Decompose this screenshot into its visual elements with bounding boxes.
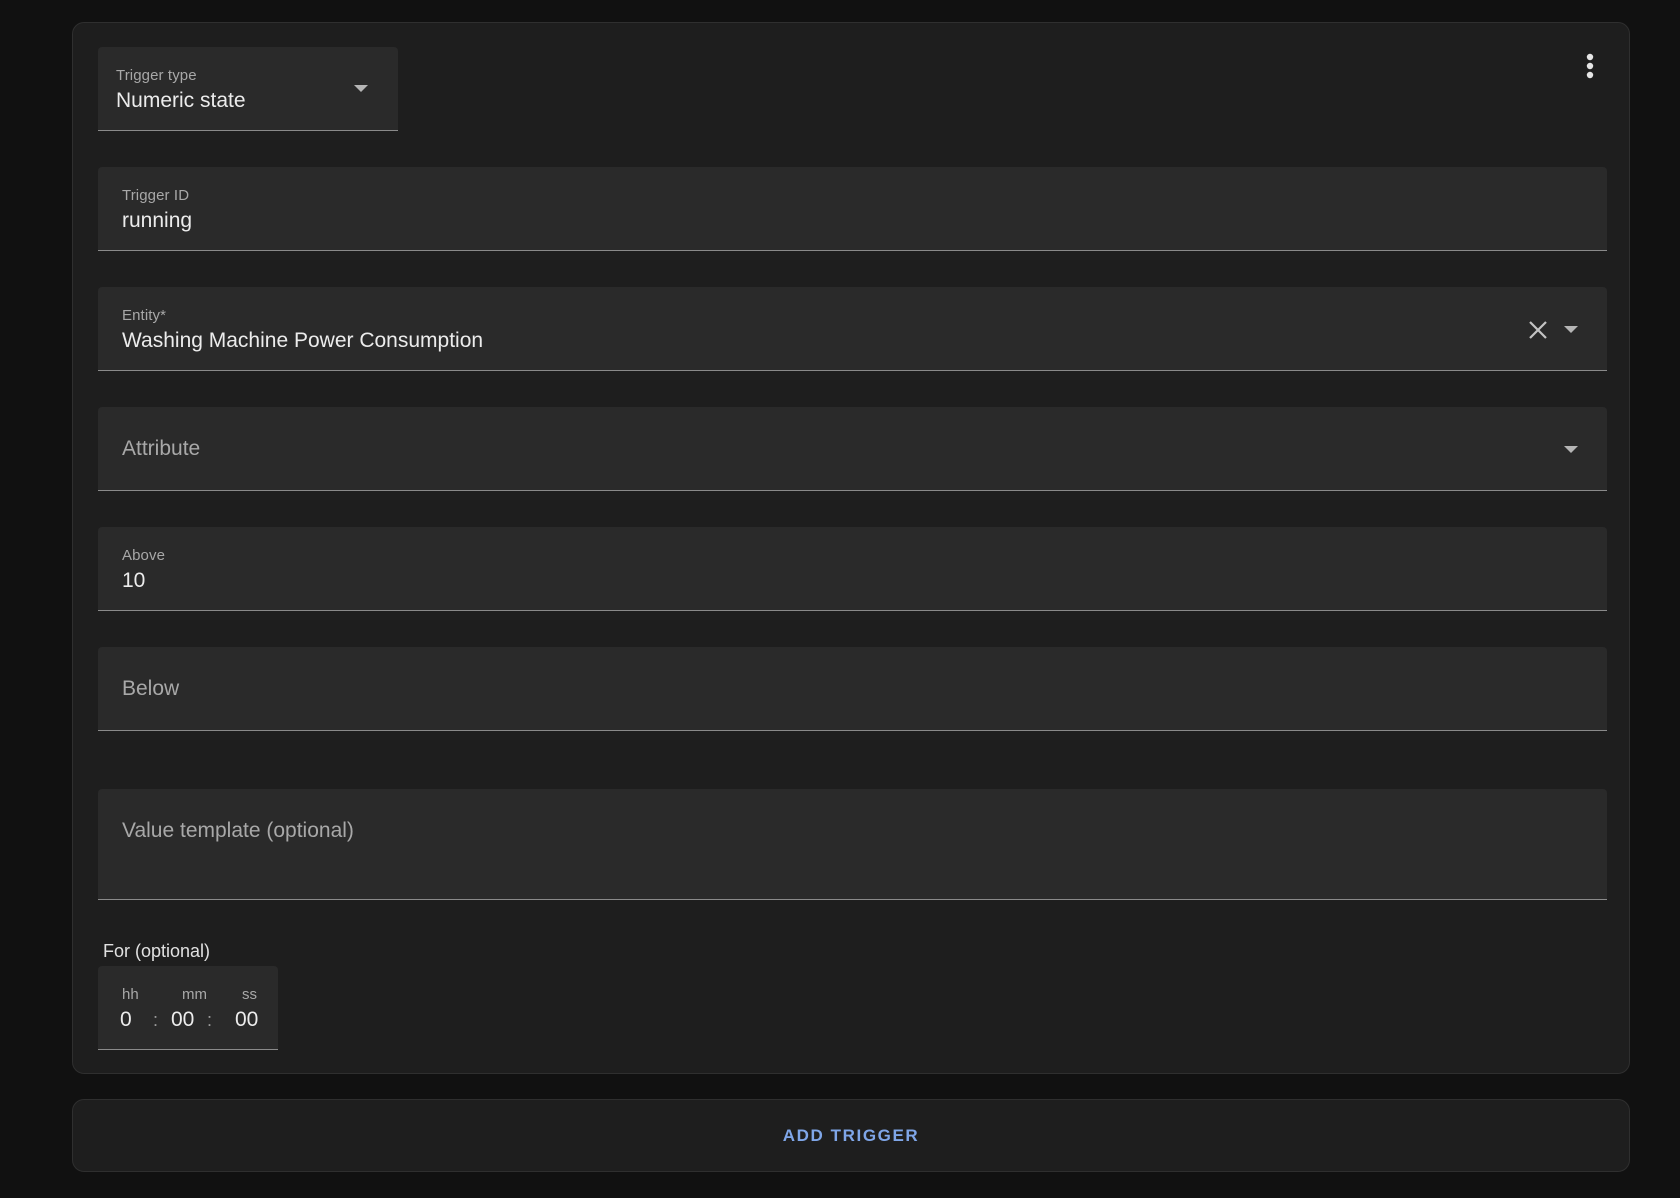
entity-label: Entity* bbox=[122, 307, 167, 324]
seconds-unit-label: ss bbox=[242, 986, 257, 1003]
close-icon[interactable] bbox=[1527, 319, 1549, 341]
trigger-type-value: Numeric state bbox=[116, 89, 246, 112]
above-value: 10 bbox=[122, 569, 146, 592]
entity-picker[interactable]: Entity* Washing Machine Power Consumptio… bbox=[98, 287, 1607, 371]
add-trigger-button[interactable]: ADD TRIGGER bbox=[72, 1099, 1630, 1172]
for-label: For (optional) bbox=[103, 941, 211, 961]
below-placeholder: Below bbox=[122, 676, 180, 700]
value-template-placeholder: Value template (optional) bbox=[122, 819, 354, 842]
minutes-unit-label: mm bbox=[182, 986, 207, 1003]
add-trigger-label: ADD TRIGGER bbox=[782, 1125, 920, 1145]
time-separator: : bbox=[153, 1010, 159, 1030]
hours-unit-label: hh bbox=[122, 986, 139, 1003]
trigger-id-value: running bbox=[122, 209, 193, 232]
attribute-placeholder: Attribute bbox=[122, 436, 201, 460]
trigger-type-select[interactable]: Trigger type Numeric state bbox=[98, 47, 398, 131]
chevron-down-icon[interactable] bbox=[1564, 326, 1578, 333]
minutes-input[interactable]: 00 bbox=[171, 1008, 194, 1032]
trigger-type-label: Trigger type bbox=[116, 67, 197, 84]
trigger-id-label: Trigger ID bbox=[122, 187, 190, 204]
seconds-input[interactable]: 00 bbox=[235, 1008, 258, 1032]
trigger-id-field[interactable]: Trigger ID running bbox=[98, 167, 1607, 251]
above-label: Above bbox=[122, 547, 166, 564]
chevron-down-icon bbox=[1564, 446, 1578, 453]
below-field[interactable]: Below bbox=[98, 647, 1607, 731]
chevron-down-icon bbox=[354, 85, 368, 92]
overflow-menu-button[interactable] bbox=[1570, 46, 1610, 86]
time-separator: : bbox=[207, 1010, 213, 1030]
hours-input[interactable]: 0 bbox=[120, 1008, 132, 1032]
entity-value: Washing Machine Power Consumption bbox=[122, 329, 484, 352]
more-vertical-icon bbox=[1586, 53, 1594, 79]
duration-input: hh mm ss 0 : 00 : 00 bbox=[98, 966, 278, 1050]
value-template-field[interactable]: Value template (optional) bbox=[98, 789, 1607, 900]
attribute-select[interactable]: Attribute bbox=[98, 407, 1607, 491]
above-field[interactable]: Above 10 bbox=[98, 527, 1607, 611]
